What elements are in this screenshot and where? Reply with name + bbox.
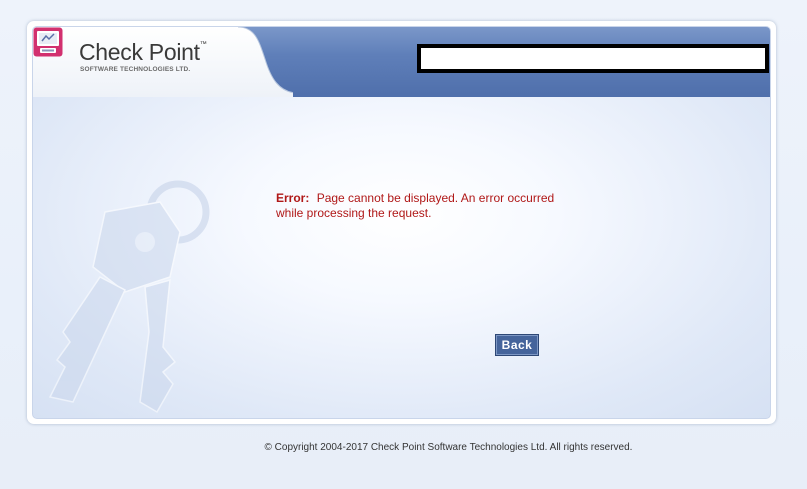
error-text: Page cannot be displayed. An error occur… xyxy=(276,191,555,220)
main-panel: Check Point™ SOFTWARE TECHNOLOGIES LTD. … xyxy=(27,21,776,424)
key-icon xyxy=(48,180,210,414)
logo-subtitle: SOFTWARE TECHNOLOGIES LTD. xyxy=(80,66,191,73)
logo-area: Check Point™ SOFTWARE TECHNOLOGIES LTD. xyxy=(33,27,293,97)
back-button[interactable]: Back xyxy=(495,334,539,356)
panel-content: Check Point™ SOFTWARE TECHNOLOGIES LTD. … xyxy=(32,26,771,419)
check-point-logo-icon xyxy=(33,27,63,57)
footer-copyright: © Copyright 2004-2017 Check Point Softwa… xyxy=(264,442,633,453)
error-message: Error: Page cannot be displayed. An erro… xyxy=(276,191,576,221)
logo-title: Check Point™ xyxy=(79,39,207,65)
error-label: Error: xyxy=(276,191,310,205)
redacted-field xyxy=(417,44,769,73)
